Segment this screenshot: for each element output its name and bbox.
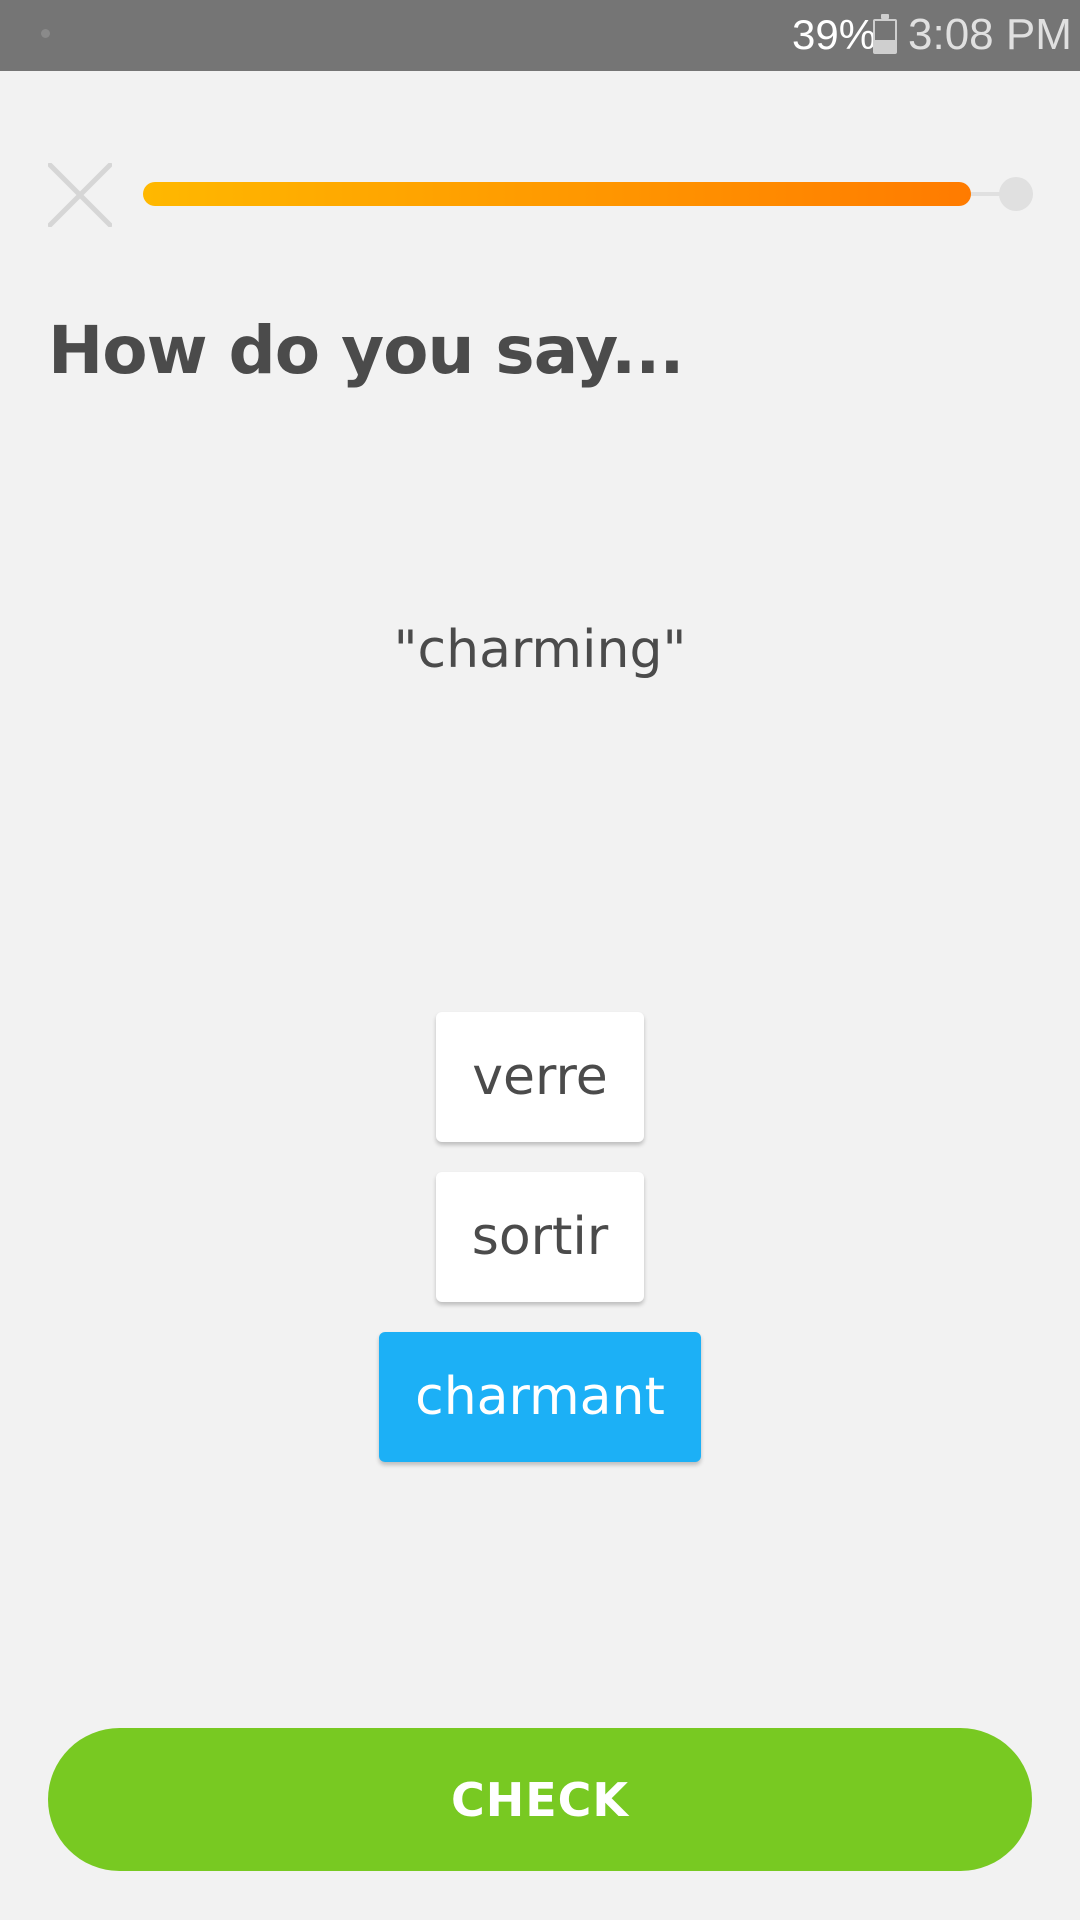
progress-fill xyxy=(143,182,971,206)
lesson-progress-bar xyxy=(143,177,1033,211)
battery-level xyxy=(875,39,895,52)
notification-dot-icon xyxy=(41,29,50,38)
option-charmant[interactable]: charmant xyxy=(379,1332,701,1462)
option-sortir[interactable]: sortir xyxy=(435,1172,645,1302)
status-bar: 39% 3:08 PM xyxy=(0,0,1080,71)
prompt-word: "charming" xyxy=(393,620,687,680)
check-button[interactable]: CHECK xyxy=(48,1728,1032,1871)
battery-percent: 39% xyxy=(792,11,877,58)
progress-end-marker xyxy=(999,177,1033,211)
clock: 3:08 PM xyxy=(908,10,1072,59)
close-icon xyxy=(47,162,113,228)
battery-icon xyxy=(873,14,897,54)
option-verre[interactable]: verre xyxy=(436,1012,644,1142)
prompt-title: How do you say... xyxy=(48,312,684,389)
word-options: verre sortir charmant xyxy=(0,1012,1080,1462)
close-button[interactable] xyxy=(47,162,113,228)
